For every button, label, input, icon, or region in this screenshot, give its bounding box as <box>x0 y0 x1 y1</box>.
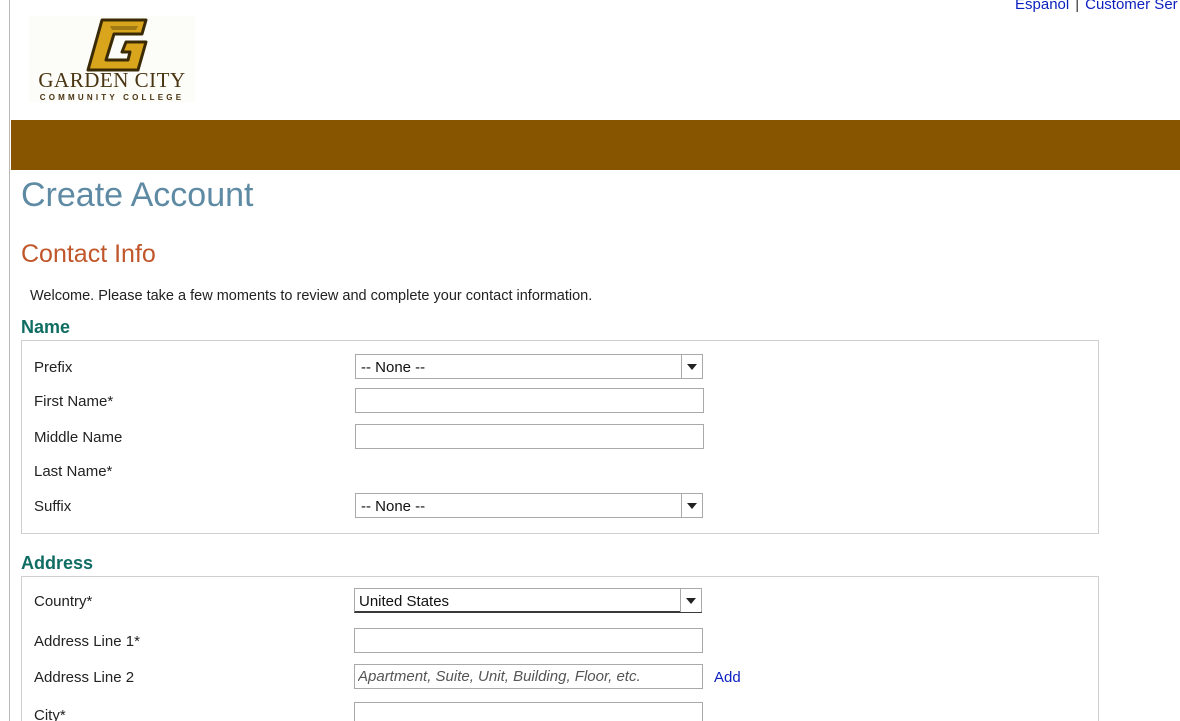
add-address-line-link[interactable]: Add <box>714 669 741 686</box>
logo-subtitle: COMMUNITY COLLEGE <box>40 93 184 102</box>
logo-name: GARDEN CITY <box>38 68 185 92</box>
prefix-selected-value: -- None -- <box>361 359 426 376</box>
section-title-contact-info: Contact Info <box>21 240 156 268</box>
first-name-label: First Name* <box>34 393 114 410</box>
prefix-row: Prefix -- None -- <box>22 354 1098 382</box>
chevron-down-icon[interactable] <box>681 494 702 517</box>
chevron-down-icon[interactable] <box>681 355 702 378</box>
suffix-row: Suffix -- None -- <box>22 493 1098 521</box>
header-banner <box>11 120 1180 170</box>
suffix-label: Suffix <box>34 498 72 515</box>
header-links: Espanol | Customer Ser <box>1015 0 1178 13</box>
country-selected-value: United States <box>359 593 450 610</box>
page: Espanol | Customer Ser GARDEN CITY COMMUNI… <box>0 0 1180 721</box>
prefix-label: Prefix <box>34 359 73 376</box>
chevron-down-icon[interactable] <box>680 589 701 612</box>
link-separator: | <box>1075 0 1080 13</box>
address-line-2-label: Address Line 2 <box>34 669 135 686</box>
address-line-2-field[interactable] <box>354 664 703 689</box>
country-select[interactable]: United States <box>354 588 702 613</box>
last-name-label: Last Name* <box>34 463 113 480</box>
first-name-row: First Name* <box>22 388 1098 416</box>
prefix-select[interactable]: -- None -- <box>355 354 703 379</box>
city-field[interactable] <box>354 702 703 721</box>
middle-name-row: Middle Name <box>22 424 1098 452</box>
city-row: City* <box>22 702 1098 721</box>
address-line-2-row: Address Line 2 Add <box>22 664 1098 692</box>
name-fieldset: Prefix -- None -- First Name* Middle Nam… <box>21 340 1099 534</box>
address-line-1-row: Address Line 1* <box>22 628 1098 656</box>
gc-logo-icon: GARDEN CITY COMMUNITY COLLEGE <box>38 18 185 102</box>
name-group-title: Name <box>21 317 71 337</box>
left-divider <box>9 0 10 721</box>
country-row: Country* United States <box>22 588 1098 616</box>
middle-name-label: Middle Name <box>34 429 123 446</box>
page-title: Create Account <box>21 176 254 214</box>
address-line-1-field[interactable] <box>354 628 703 653</box>
suffix-selected-value: -- None -- <box>361 498 426 515</box>
address-group-title: Address <box>21 553 94 573</box>
city-label: City* <box>34 707 66 721</box>
address-line-1-label: Address Line 1* <box>34 633 140 650</box>
last-name-row: Last Name* <box>22 458 1098 486</box>
address-fieldset: Country* United States Address Line 1* A… <box>21 576 1099 721</box>
college-logo[interactable]: GARDEN CITY COMMUNITY COLLEGE <box>29 16 195 102</box>
first-name-field[interactable] <box>355 388 704 413</box>
espanol-link[interactable]: Espanol <box>1015 0 1069 13</box>
suffix-select[interactable]: -- None -- <box>355 493 703 518</box>
welcome-text: Welcome. Please take a few moments to re… <box>30 288 593 304</box>
country-label: Country* <box>34 593 93 610</box>
middle-name-field[interactable] <box>355 424 704 449</box>
customer-service-link[interactable]: Customer Ser <box>1085 0 1178 13</box>
